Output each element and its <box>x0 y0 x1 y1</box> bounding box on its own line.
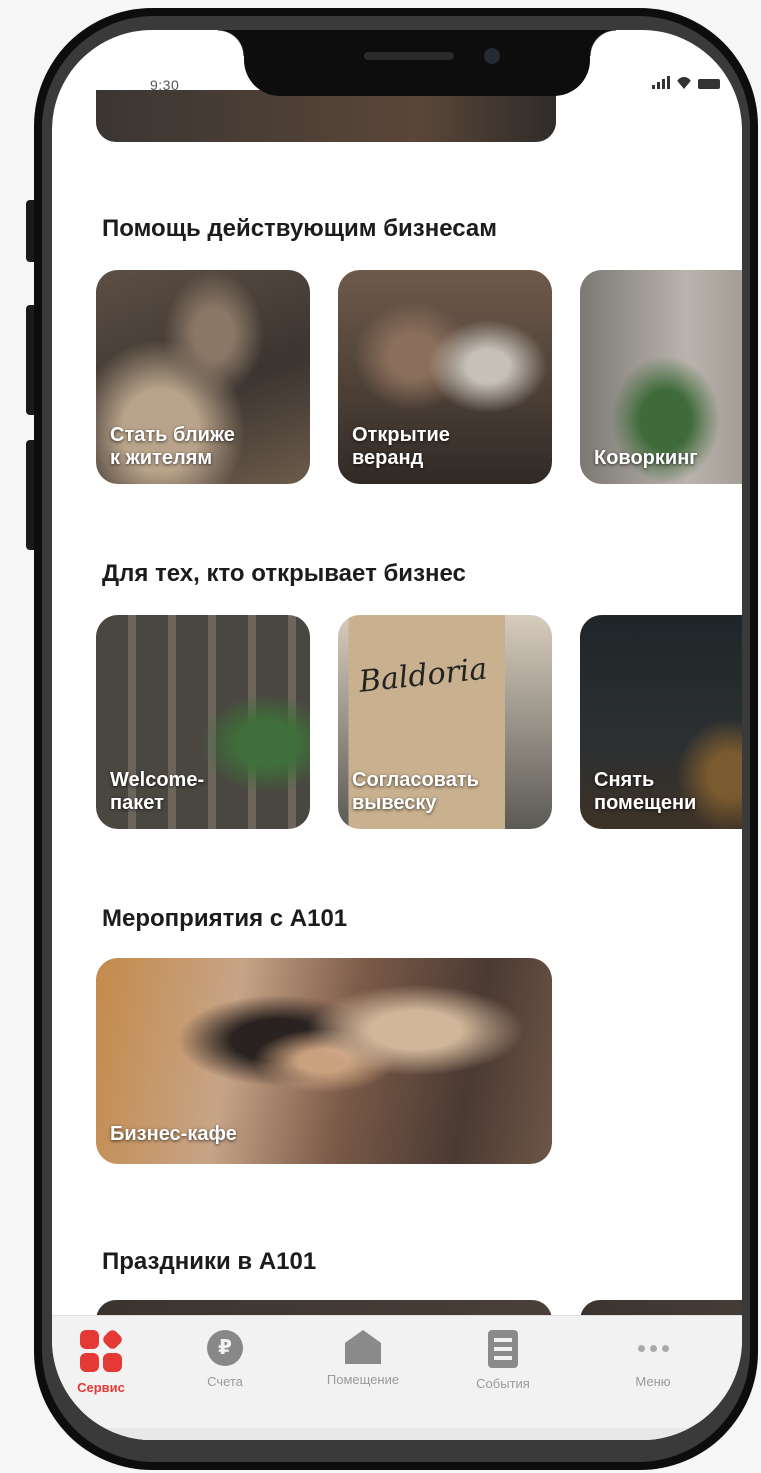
tab-label: Счета <box>207 1374 243 1389</box>
status-time: 9:30 <box>150 77 180 93</box>
card-business-cafe[interactable]: Бизнес-кафе <box>96 958 552 1164</box>
house-icon <box>345 1330 381 1364</box>
status-icons <box>652 76 720 89</box>
section-title-events: Мероприятия с А101 <box>102 905 348 932</box>
card-welcome-pack[interactable]: Welcome- пакет <box>96 615 310 829</box>
wifi-icon <box>676 77 692 89</box>
card-label: Коворкинг <box>594 447 698 469</box>
card-label: Открытие веранд <box>352 424 450 469</box>
tab-label: События <box>476 1376 530 1391</box>
services-grid-icon <box>80 1328 124 1372</box>
sign-logo: Baldoria <box>357 651 489 700</box>
card-closer-to-residents[interactable]: Стать ближе к жителям <box>96 270 310 484</box>
front-camera <box>484 48 500 64</box>
tab-accounts[interactable]: ₽ Счета <box>170 1330 280 1389</box>
phone-screen: Помощь действующим бизнесам Стать ближе … <box>52 30 742 1440</box>
battery-icon <box>698 79 720 89</box>
notch <box>218 30 616 96</box>
card-coworking[interactable]: Коворкинг <box>580 270 742 484</box>
tab-premises[interactable]: Помещение <box>308 1330 418 1387</box>
tab-events[interactable]: События <box>448 1330 558 1391</box>
section-title-new-business: Для тех, кто открывает бизнес <box>102 560 466 587</box>
speaker <box>364 52 454 60</box>
more-dots-icon <box>637 1330 669 1366</box>
document-list-icon <box>488 1330 518 1368</box>
tab-bar: Сервис ₽ Счета Помещение События Меню <box>52 1315 742 1440</box>
card-label: Welcome- пакет <box>110 769 205 814</box>
card-label: Снять помещени <box>594 769 697 814</box>
card-approve-signboard[interactable]: Baldoria Согласовать вывеску <box>338 615 552 829</box>
section-title-holidays: Праздники в А101 <box>102 1248 317 1275</box>
tab-label: Сервис <box>77 1380 125 1395</box>
ruble-coin-icon: ₽ <box>207 1330 243 1366</box>
tab-services[interactable]: Сервис <box>52 1328 156 1395</box>
card-label: Бизнес-кафе <box>110 1123 237 1145</box>
tab-menu[interactable]: Меню <box>598 1330 708 1389</box>
card-rent-premises[interactable]: Снять помещени <box>580 615 742 829</box>
section-title-active-business: Помощь действующим бизнесам <box>102 215 498 242</box>
signal-icon <box>652 76 670 89</box>
previous-card[interactable] <box>96 90 556 142</box>
card-verandas[interactable]: Открытие веранд <box>338 270 552 484</box>
card-label: Стать ближе к жителям <box>110 424 235 469</box>
scroll-content[interactable]: Помощь действующим бизнесам Стать ближе … <box>52 30 742 1440</box>
tab-label: Помещение <box>326 1372 400 1387</box>
tab-label: Меню <box>635 1374 671 1389</box>
card-label: Согласовать вывеску <box>352 769 479 814</box>
screen-bottom-edge <box>52 1428 742 1440</box>
